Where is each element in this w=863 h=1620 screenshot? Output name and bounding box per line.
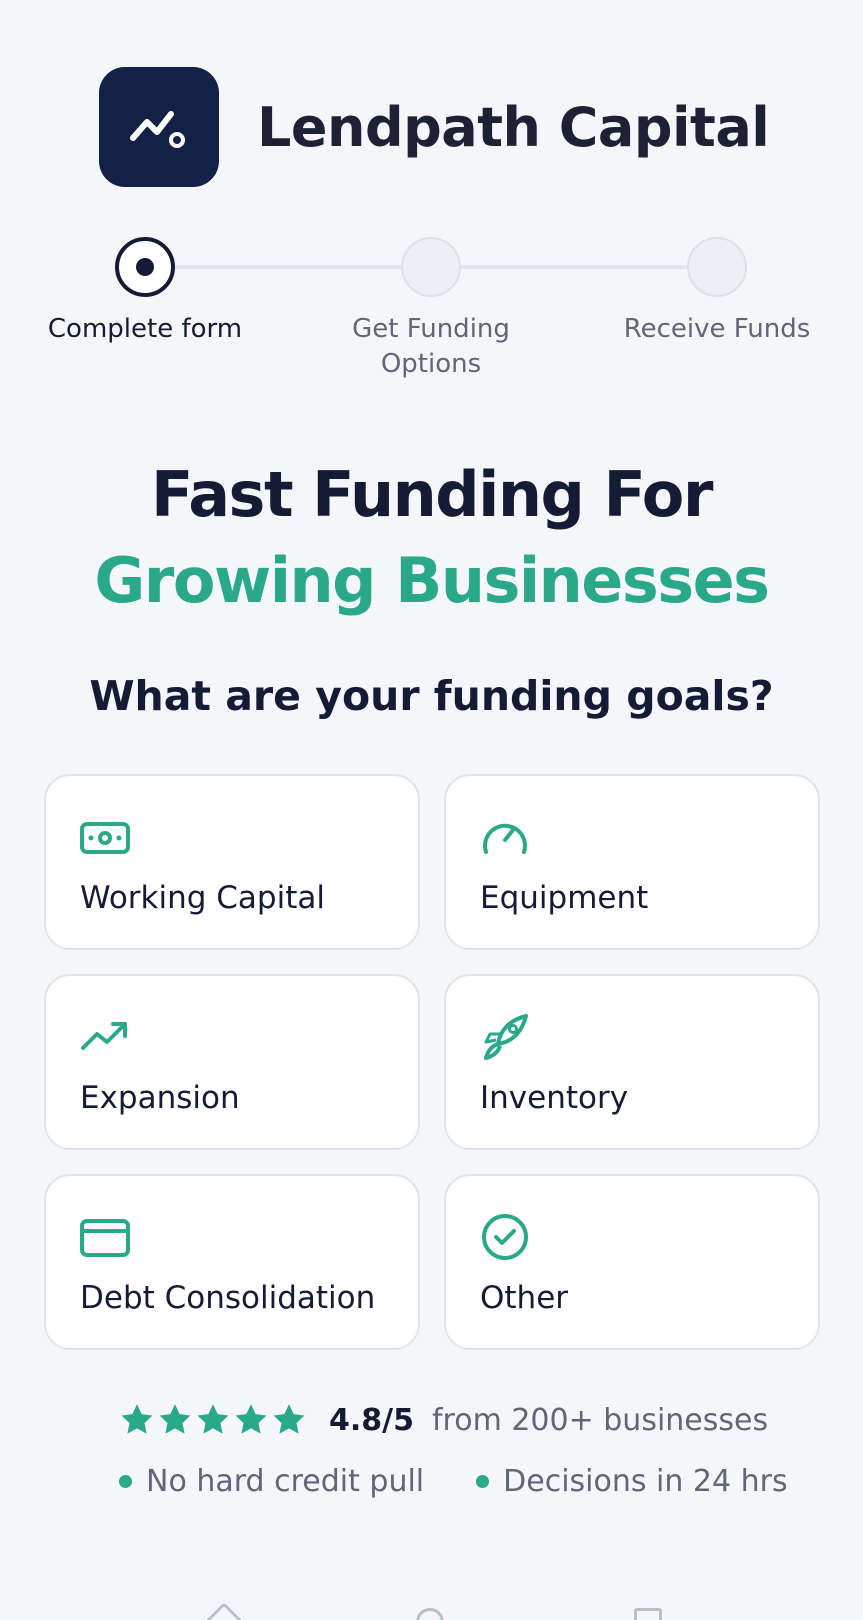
- brand-header: Lendpath Capital: [99, 67, 770, 187]
- option-inventory[interactable]: Inventory: [444, 974, 820, 1150]
- step-indicator-receive-funds: [687, 237, 747, 297]
- option-equipment[interactable]: Equipment: [444, 774, 820, 950]
- back-icon[interactable]: [204, 1602, 244, 1620]
- step-connector: [461, 265, 687, 269]
- bullet-dot: [476, 1475, 490, 1488]
- option-expansion[interactable]: Expansion: [44, 974, 420, 1150]
- credit-card-icon: [80, 1219, 130, 1257]
- funding-goal-options: Working Capital Equipment Expansion Inve…: [44, 774, 820, 1350]
- option-working-capital[interactable]: Working Capital: [44, 774, 420, 950]
- rating-score: 4.8/5: [329, 1402, 414, 1438]
- footer-icons-partial: [0, 1600, 863, 1620]
- home-icon[interactable]: [416, 1608, 444, 1620]
- bullet-text: Decisions in 24 hrs: [503, 1464, 788, 1499]
- progress-stepper: Complete form Get Funding Options Receiv…: [0, 237, 863, 397]
- option-label: Equipment: [480, 880, 649, 916]
- rating-text: from 200+ businesses: [431, 1402, 769, 1438]
- step-connector: [175, 265, 403, 269]
- option-label: Debt Consolidation: [80, 1280, 376, 1316]
- check-circle-icon: [482, 1214, 528, 1260]
- star-rating: [119, 1402, 309, 1438]
- option-label: Other: [480, 1280, 569, 1316]
- headline-accent: Growing Businesses: [94, 544, 770, 617]
- rocket-icon: [484, 1014, 528, 1060]
- trust-bullets: No hard credit pull Decisions in 24 hrs: [119, 1464, 840, 1499]
- gauge-icon: [483, 823, 527, 854]
- bullet-dot: [119, 1475, 132, 1488]
- option-label: Expansion: [80, 1080, 240, 1116]
- star-icon: [197, 1404, 229, 1434]
- star-icon: [235, 1404, 267, 1434]
- brand-name: Lendpath Capital: [257, 95, 770, 159]
- step-label-receive-funds: Receive Funds: [623, 314, 811, 344]
- star-icon: [121, 1404, 153, 1434]
- star-icon: [273, 1404, 305, 1434]
- funding-goals-question: What are your funding goals?: [89, 672, 774, 720]
- step-indicator-get-funding-options: [401, 237, 461, 297]
- bullet-text: No hard credit pull: [146, 1464, 425, 1499]
- option-label: Working Capital: [80, 880, 325, 916]
- tabs-icon[interactable]: [634, 1608, 662, 1620]
- chart-trend-icon: [99, 67, 219, 187]
- page-headline: Fast Funding For Growing Businesses: [20, 452, 843, 624]
- star-icon: [159, 1404, 191, 1434]
- option-other[interactable]: Other: [444, 1174, 820, 1350]
- step-label-get-funding-options: Get Funding Options: [352, 314, 510, 379]
- option-label: Inventory: [480, 1080, 629, 1116]
- bullet-item: No hard credit pull: [119, 1464, 424, 1499]
- bullet-item: Decisions in 24 hrs: [476, 1464, 788, 1499]
- cash-icon: [80, 822, 130, 854]
- step-indicator-complete-form: [115, 237, 175, 297]
- option-debt-consolidation[interactable]: Debt Consolidation: [44, 1174, 420, 1350]
- headline-main: Fast Funding For: [151, 458, 713, 531]
- trending-up-icon: [81, 1022, 127, 1050]
- step-label-complete-form: Complete form: [47, 314, 243, 344]
- rating-summary: 4.8/5 from 200+ businesses: [119, 1402, 768, 1438]
